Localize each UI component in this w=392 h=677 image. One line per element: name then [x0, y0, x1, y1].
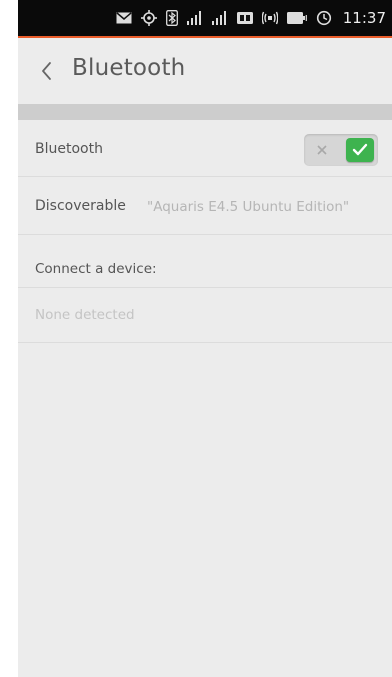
phone-screen: 11:37 Bluetooth Bluetooth Discoverable "…	[18, 0, 392, 677]
check-icon	[352, 143, 368, 156]
volume-icon	[261, 11, 278, 25]
3g-icon	[236, 12, 253, 24]
message-icon	[116, 12, 132, 24]
bluetooth-row: Bluetooth	[18, 120, 392, 177]
device-name: "Aquaris E4.5 Ubuntu Edition"	[147, 199, 350, 215]
page-header: Bluetooth	[18, 38, 392, 104]
device-list-empty: None detected	[18, 288, 392, 343]
status-icons: 11:37	[116, 9, 386, 27]
discoverable-label: Discoverable	[35, 198, 126, 214]
bluetooth-icon	[165, 10, 178, 26]
page-title: Bluetooth	[72, 55, 186, 81]
signal-icon	[186, 11, 203, 25]
back-button[interactable]	[38, 59, 60, 83]
location-icon	[140, 10, 157, 26]
bluetooth-toggle[interactable]	[304, 134, 378, 166]
alarm-icon	[316, 10, 332, 26]
connect-device-label: Connect a device:	[35, 261, 157, 277]
battery-icon	[286, 12, 307, 24]
none-detected-label: None detected	[35, 307, 135, 323]
bluetooth-label: Bluetooth	[35, 141, 103, 157]
clock: 11:37	[342, 9, 386, 27]
signal-icon	[211, 11, 228, 25]
header-divider	[18, 104, 392, 120]
discoverable-row: Discoverable "Aquaris E4.5 Ubuntu Editio…	[18, 177, 392, 235]
status-bar: 11:37	[18, 0, 392, 38]
chevron-left-icon	[42, 62, 51, 80]
close-icon	[310, 140, 334, 160]
toggle-thumb	[346, 138, 374, 162]
connect-device-header: Connect a device:	[18, 235, 392, 288]
